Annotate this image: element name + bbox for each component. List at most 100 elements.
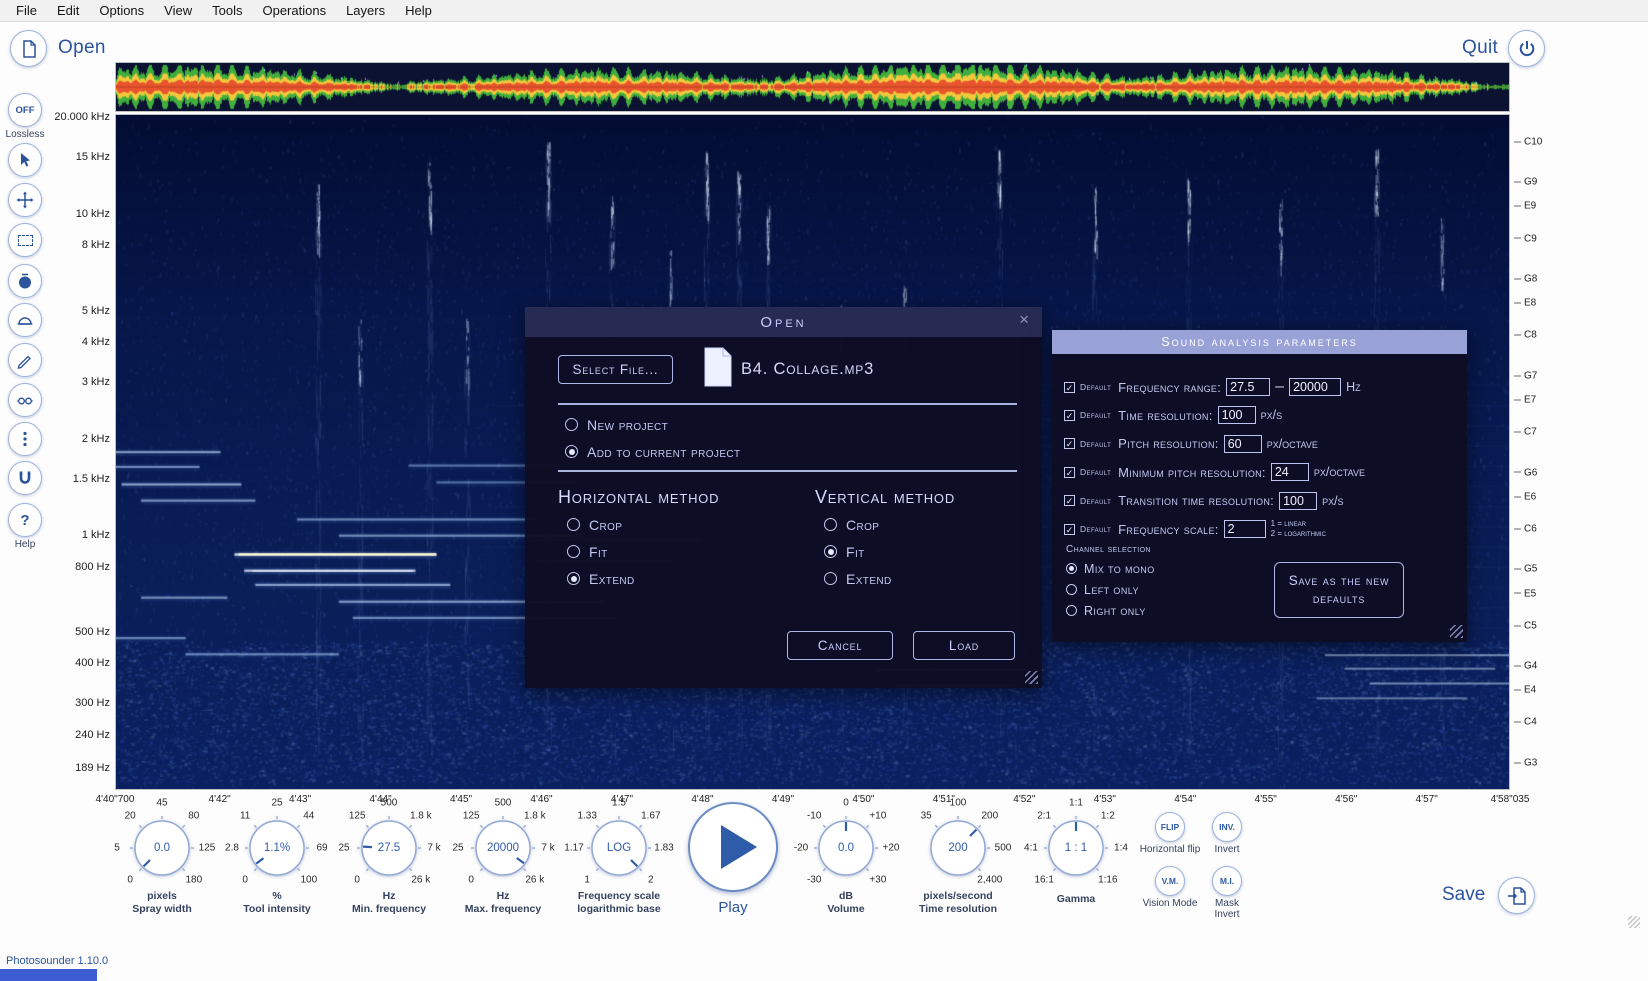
checkbox-checked-icon[interactable]: ✓ (1064, 466, 1075, 478)
v-method-option[interactable]: Crop (824, 511, 892, 538)
project-option[interactable]: New project (565, 411, 741, 438)
mini-button-mi[interactable]: M.I. (1212, 866, 1242, 896)
knob-value: 27.5 (377, 842, 401, 854)
mini-button-flip[interactable]: FLIP (1155, 812, 1185, 842)
knob-scale-label: +20 (882, 842, 900, 854)
note-tick-label: G8 (1514, 273, 1537, 284)
knob-scale-label: 0 (127, 874, 133, 886)
menu-operations[interactable]: Operations (252, 3, 336, 18)
radio-unselected-icon (824, 518, 837, 531)
checkbox-checked-icon[interactable]: ✓ (1064, 438, 1075, 450)
menu-edit[interactable]: Edit (47, 3, 89, 18)
param-input[interactable]: 24 (1270, 463, 1309, 482)
knob-min-frequency[interactable]: 0 25 125 500 1.8 k7 k 26 k 27.5 Hz Min. frequenc… (334, 793, 444, 923)
analysis-dialog-title: Sound analysis parameters (1161, 335, 1358, 349)
knob-name-label: Gamma (1056, 893, 1096, 905)
v-method-option[interactable]: Fit (824, 538, 892, 565)
checkbox-checked-icon[interactable]: ✓ (1064, 381, 1075, 393)
mini-button-label: Invert (1214, 844, 1240, 855)
menu-help[interactable]: Help (395, 3, 442, 18)
play-icon (721, 825, 757, 869)
checkbox-checked-icon[interactable]: ✓ (1064, 495, 1075, 507)
knob-scale-label: 1:4 (1114, 842, 1128, 854)
param-input[interactable]: 100 (1279, 491, 1318, 510)
param-input[interactable]: 20000 (1289, 378, 1342, 396)
dialog-resize-grip[interactable] (1450, 625, 1463, 638)
open-button[interactable] (10, 30, 47, 67)
menu-file[interactable]: File (6, 3, 47, 18)
checkbox-checked-icon[interactable]: ✓ (1064, 523, 1075, 535)
knob-value: LOG (606, 842, 632, 854)
note-tick-label: G3 (1514, 757, 1537, 768)
knob-time-resolution[interactable]: 35 100 200 500 2,400 200 pixels/second Time res… (903, 793, 1013, 923)
radio-selected-icon (824, 545, 837, 558)
channel-option[interactable]: Mix to mono (1066, 558, 1155, 579)
analysis-param-row: ✓ Default Pitch resolution: 60 px/octave (1064, 434, 1318, 454)
param-input[interactable]: 27.5 (1226, 378, 1271, 396)
menu-view[interactable]: View (154, 3, 202, 18)
waveform-overview[interactable] (115, 62, 1510, 112)
analysis-param-row: ✓ Default Time resolution: 100 px/s (1064, 405, 1282, 425)
knob-name-label: logarithmic base (577, 903, 661, 915)
menu-tools[interactable]: Tools (202, 3, 252, 18)
dialog-resize-grip[interactable] (1025, 671, 1038, 684)
analysis-param-row: ✓ Default Transition time resolution: 100 px… (1064, 491, 1344, 511)
pointer-icon (21, 153, 30, 167)
knob-gamma[interactable]: 16:1 4:1 2:1 1:1 1:2 1:4 1:16 1 : 1 Gamma (1021, 793, 1131, 923)
frequency-axis: 20.000 kHz 15 kHz 10 kHz 8 kHz 5 kHz 4 kHz 3 k… (36, 111, 110, 790)
analysis-dialog-titlebar[interactable]: Sound analysis parameters (1052, 330, 1467, 354)
menu-options[interactable]: Options (89, 3, 154, 18)
knob-unit-label: Hz (496, 890, 510, 902)
cancel-button[interactable]: Cancel (787, 631, 893, 660)
menu-layers[interactable]: Layers (336, 3, 395, 18)
param-input[interactable]: 60 (1223, 434, 1262, 453)
knob-max-frequency[interactable]: 0 25 125 500 1.8 k7 k 26 k 20000 Hz Max. frequen… (448, 793, 558, 923)
analysis-dialog: Sound analysis parameters ✓ Default Freque… (1052, 330, 1467, 642)
knob-scale-label: 1.33 (577, 810, 597, 822)
knob-frequency-scale-base[interactable]: 1 1.17 1.33 1.5 1.67 1.83 2 LOG Frequency scale l… (564, 793, 674, 923)
load-button[interactable]: Load (913, 631, 1015, 660)
knob-value: 20000 (487, 842, 519, 854)
knob-unit-label: dB (839, 890, 853, 902)
window-resize-grip[interactable] (1628, 916, 1640, 928)
channel-option[interactable]: Right only (1066, 600, 1155, 621)
channel-option[interactable]: Left only (1066, 579, 1155, 600)
note-tick-label: C7 (1514, 427, 1537, 438)
param-unit-note: 1 = linear 2 = logarithmic (1270, 519, 1326, 538)
select-file-button[interactable]: Select File... (558, 355, 673, 384)
play-button[interactable] (688, 802, 778, 892)
knob-scale-label: 11 (239, 810, 251, 822)
radio-label: Right only (1084, 603, 1146, 618)
param-label: Transition time resolution: (1118, 493, 1275, 509)
knob-volume[interactable]: -30 -20 -10 0 +10 +20 +30 0.0 dB Volume (791, 793, 901, 923)
knob-spray-width[interactable]: 0 5 20 45 80 125 180 0.0 pixels Spray width (107, 793, 217, 923)
freq-tick-label: 4 kHz (81, 335, 110, 348)
note-tick-label: E8 (1514, 298, 1536, 309)
v-method-option[interactable]: Extend (824, 565, 892, 592)
knob-scale-label: 2 (648, 874, 654, 886)
analysis-param-row: ✓ Default Minimum pitch resolution: 24 px/oc… (1064, 462, 1365, 482)
quit-button[interactable] (1508, 30, 1545, 67)
lossless-toggle-text: OFF (15, 104, 35, 116)
time-tick-label: 4'48" (691, 794, 714, 805)
project-option[interactable]: Add to current project (565, 438, 741, 465)
save-button[interactable] (1498, 877, 1535, 914)
open-label: Open (58, 37, 106, 58)
h-method-option[interactable]: Extend (567, 565, 635, 592)
h-method-option[interactable]: Fit (567, 538, 635, 565)
mini-button-inv[interactable]: INV. (1212, 812, 1242, 842)
close-icon[interactable]: × (1019, 310, 1032, 330)
default-label: Default (1080, 524, 1112, 534)
save-defaults-button[interactable]: Save as the new defaults (1274, 562, 1404, 618)
h-method-option[interactable]: Crop (567, 511, 635, 538)
mini-button-vm[interactable]: V.M. (1155, 866, 1185, 896)
note-tick-label: G5 (1514, 564, 1537, 575)
param-label: Minimum pitch resolution: (1118, 464, 1266, 480)
open-dialog-titlebar[interactable]: Open × (525, 307, 1042, 337)
param-input[interactable]: 100 (1217, 406, 1256, 425)
radio-unselected-icon (824, 572, 837, 585)
knob-tool-intensity[interactable]: 0 2.8 11 25 44 69 100 1.1%% Tool intensity (222, 793, 332, 923)
checkbox-checked-icon[interactable]: ✓ (1064, 409, 1075, 421)
param-label: Frequency range: (1118, 379, 1222, 395)
param-input[interactable]: 2 (1223, 520, 1266, 538)
